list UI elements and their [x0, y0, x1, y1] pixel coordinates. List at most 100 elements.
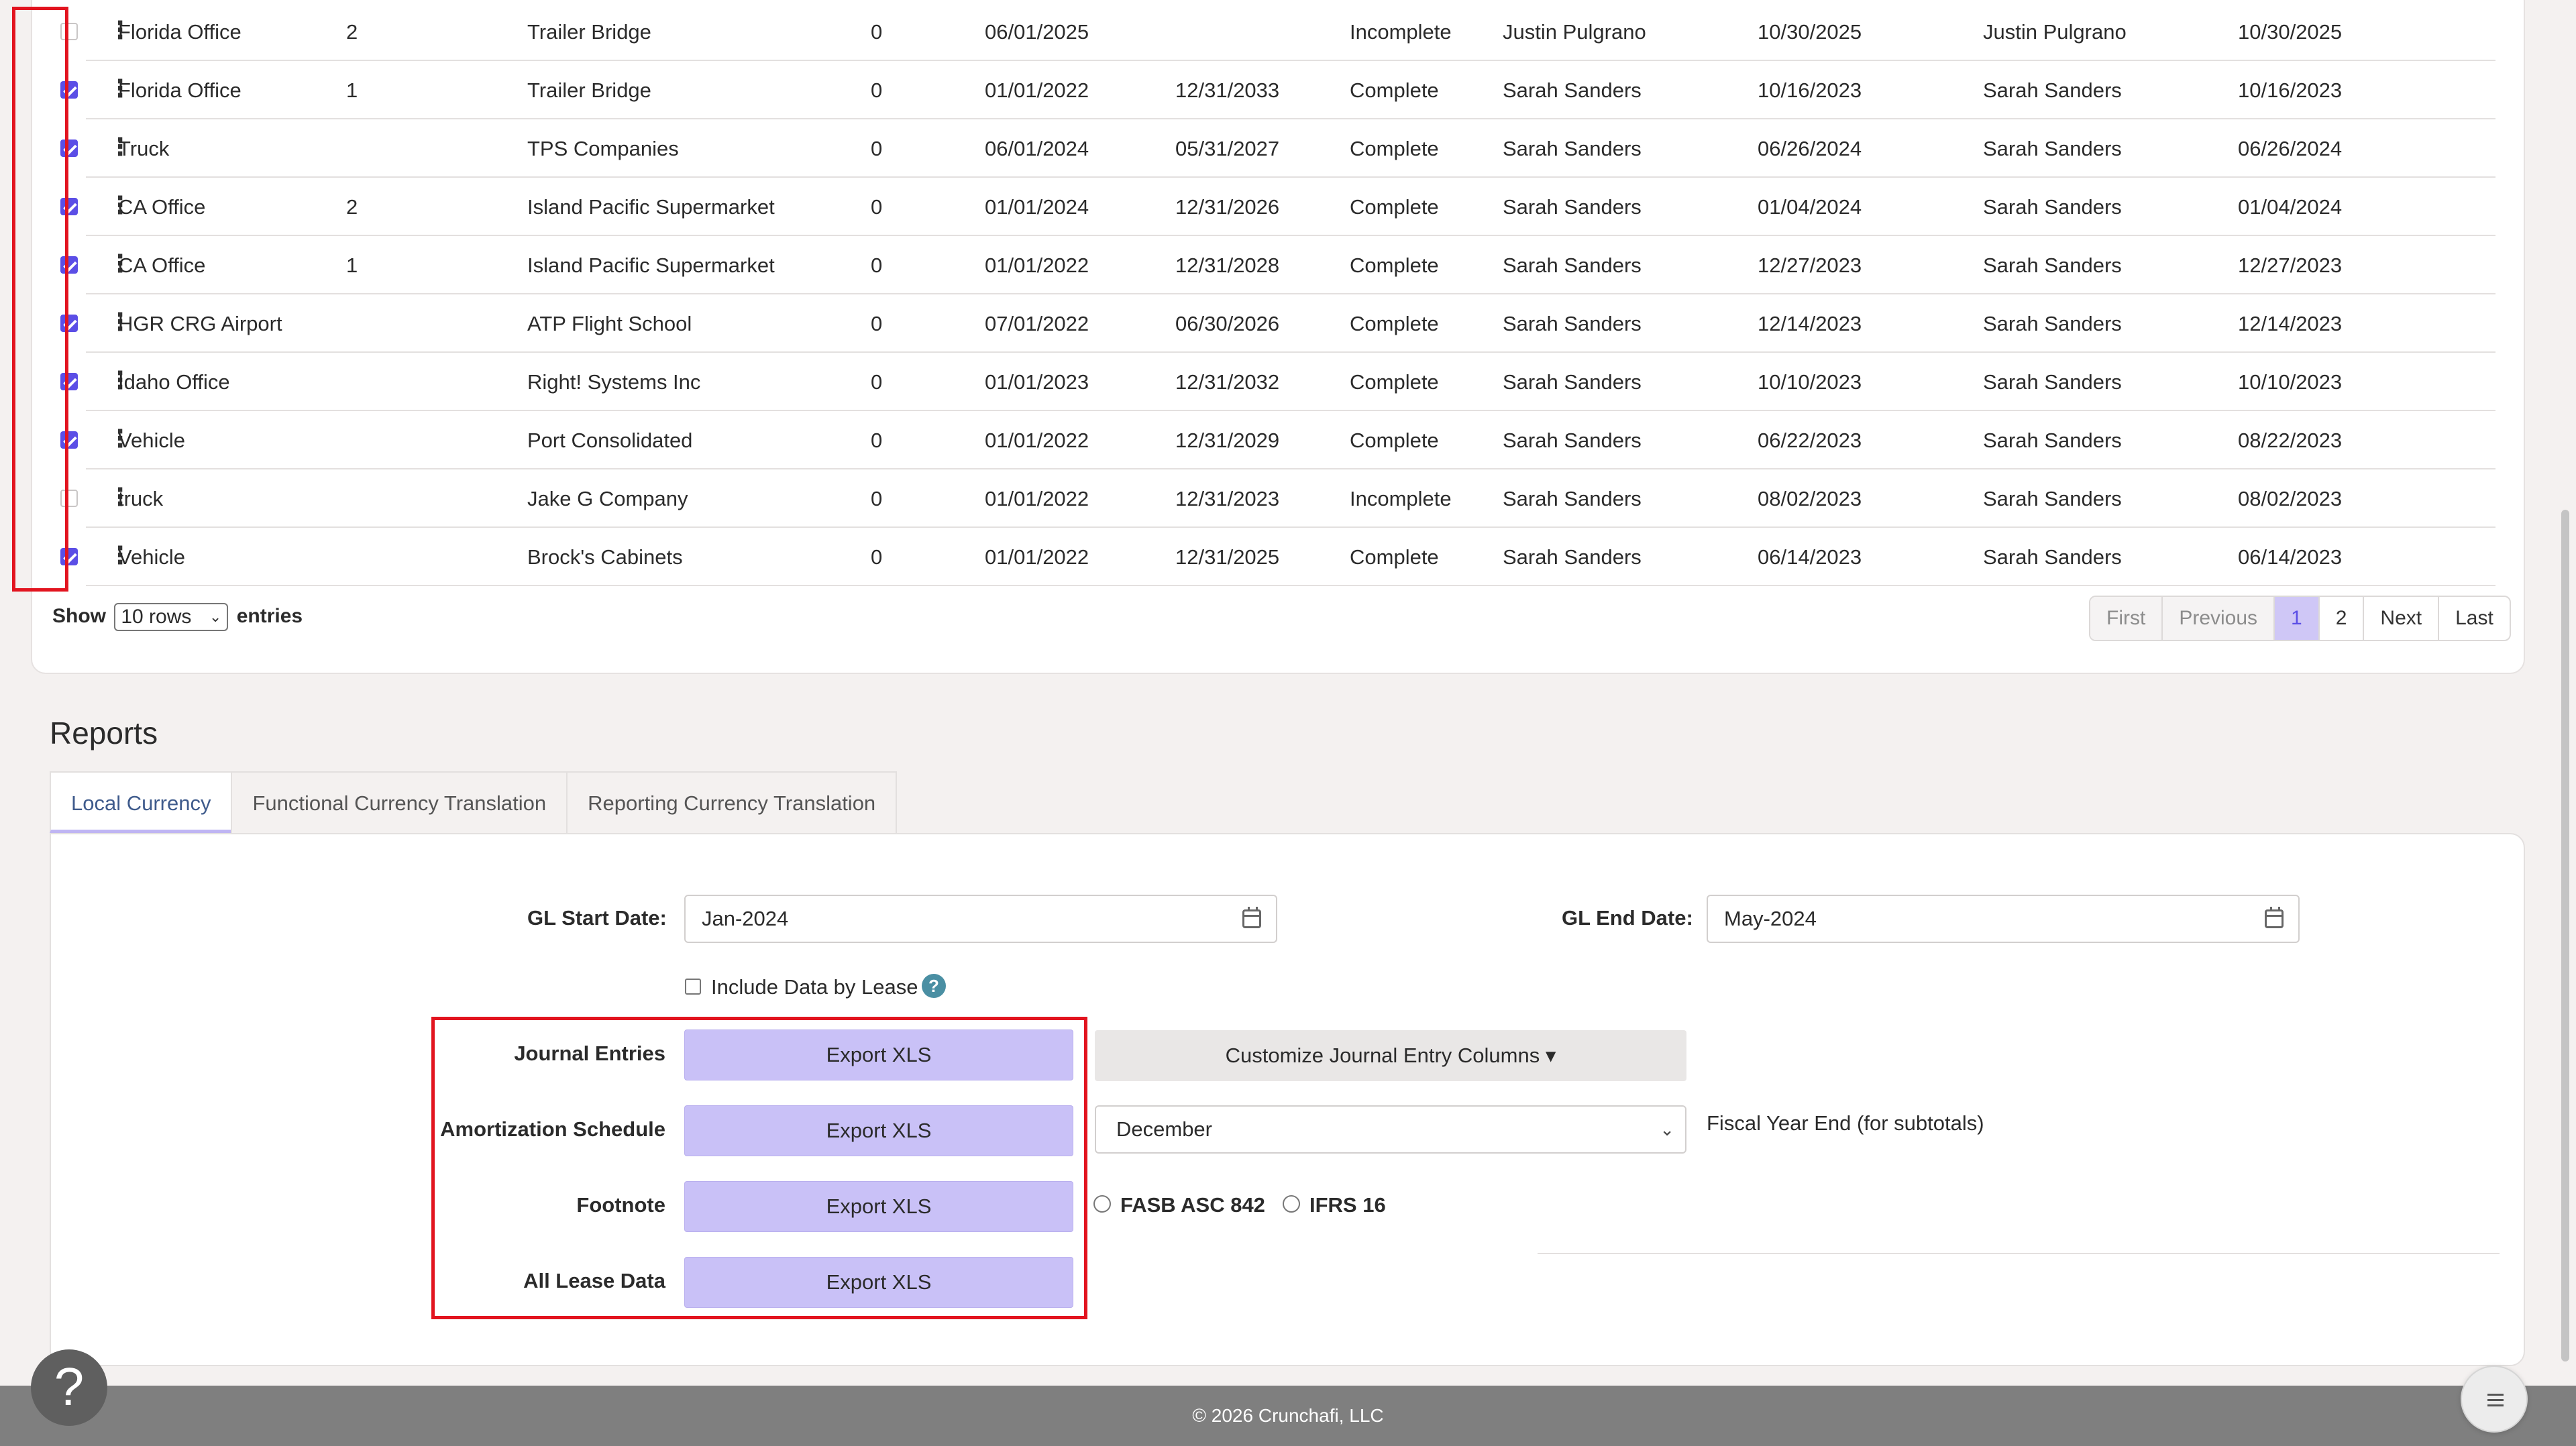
- start-date-cell: 01/01/2022: [985, 545, 1089, 569]
- end-date-cell: 12/31/2032: [1175, 370, 1280, 394]
- modified-by-cell: Sarah Sanders: [1983, 487, 2122, 510]
- page-first-button[interactable]: First: [2090, 597, 2163, 640]
- rows-per-page-select[interactable]: 10 rows ⌄: [114, 603, 229, 631]
- lessor-cell: Right! Systems Inc: [527, 370, 701, 394]
- lessor-cell: TPS Companies: [527, 137, 679, 160]
- created-date-cell: 10/16/2023: [1758, 78, 1862, 102]
- lease-name-cell: HGR CRG Airport: [118, 312, 282, 335]
- count-cell: 0: [871, 370, 883, 394]
- lease-name-cell: CA Office: [118, 254, 206, 277]
- table-row[interactable]: ⋮ CA Office 2 Island Pacific Supermarket 0 01…: [32, 178, 2526, 236]
- fiscal-year-end-select[interactable]: December ⌄: [1095, 1105, 1686, 1154]
- start-date-cell: 01/01/2024: [985, 195, 1089, 219]
- modified-date-cell: 08/22/2023: [2238, 429, 2343, 452]
- count-cell: 0: [871, 487, 883, 510]
- modified-date-cell: 08/02/2023: [2238, 487, 2343, 510]
- tab-local-currency[interactable]: Local Currency: [50, 771, 233, 833]
- count-cell: 0: [871, 195, 883, 219]
- status-cell: Complete: [1350, 195, 1439, 219]
- modified-by-cell: Sarah Sanders: [1983, 370, 2122, 394]
- end-date-cell: 12/31/2033: [1175, 78, 1280, 102]
- help-bubble-icon[interactable]: ?: [31, 1349, 107, 1426]
- include-data-by-lease-checkbox[interactable]: [685, 979, 701, 995]
- hamburger-menu-icon[interactable]: [2461, 1366, 2528, 1433]
- tab-reporting-currency-translation[interactable]: Reporting Currency Translation: [566, 771, 898, 833]
- created-by-cell: Sarah Sanders: [1503, 195, 1642, 219]
- fasb-asc-842-radio[interactable]: [1093, 1195, 1111, 1213]
- page-footer: © 2026 Crunchafi, LLC: [0, 1386, 2576, 1446]
- modified-by-cell: Sarah Sanders: [1983, 195, 2122, 219]
- help-icon[interactable]: ?: [922, 974, 946, 998]
- page-previous-button[interactable]: Previous: [2163, 597, 2275, 640]
- count-cell: 0: [871, 545, 883, 569]
- start-date-cell: 01/01/2022: [985, 254, 1089, 277]
- table-row[interactable]: ⋮ Idaho Office Right! Systems Inc 0 01/01/20…: [32, 353, 2526, 411]
- lease-name-cell: Idaho Office: [118, 370, 230, 394]
- lease-number-cell: 2: [346, 195, 358, 219]
- status-cell: Complete: [1350, 78, 1439, 102]
- created-by-cell: Sarah Sanders: [1503, 254, 1642, 277]
- reports-heading: Reports: [50, 716, 158, 750]
- modified-date-cell: 12/27/2023: [2238, 254, 2343, 277]
- status-cell: Incomplete: [1350, 20, 1452, 44]
- lessor-cell: Trailer Bridge: [527, 78, 651, 102]
- count-cell: 0: [871, 429, 883, 452]
- lease-number-cell: 1: [346, 78, 358, 102]
- lease-name-cell: CA Office: [118, 195, 206, 219]
- table-row[interactable]: ⋮ CA Office 1 Island Pacific Supermarket 0 01…: [32, 236, 2526, 294]
- page-1-button[interactable]: 1: [2275, 597, 2320, 640]
- created-date-cell: 01/04/2024: [1758, 195, 1862, 219]
- chevron-down-icon: ⌄: [209, 608, 222, 625]
- tab-functional-currency-translation[interactable]: Functional Currency Translation: [231, 771, 568, 833]
- customize-label: Customize Journal Entry Columns: [1225, 1044, 1540, 1067]
- created-by-cell: Sarah Sanders: [1503, 487, 1642, 510]
- created-by-cell: Sarah Sanders: [1503, 429, 1642, 452]
- ifrs-16-radio[interactable]: [1283, 1195, 1300, 1213]
- chevron-down-icon: ⌄: [1660, 1119, 1674, 1139]
- page-last-button[interactable]: Last: [2439, 597, 2510, 640]
- lessor-cell: ATP Flight School: [527, 312, 692, 335]
- modified-date-cell: 06/26/2024: [2238, 137, 2343, 160]
- leases-table-card: ⋮ Florida Office 2 Trailer Bridge 0 06/01/202…: [31, 0, 2525, 674]
- created-date-cell: 06/22/2023: [1758, 429, 1862, 452]
- count-cell: 0: [871, 312, 883, 335]
- created-by-cell: Sarah Sanders: [1503, 137, 1642, 160]
- calendar-icon[interactable]: [2265, 907, 2284, 928]
- gl-end-date-input[interactable]: May-2024: [1707, 895, 2300, 943]
- modified-date-cell: 10/10/2023: [2238, 370, 2343, 394]
- ifrs-16-label: IFRS 16: [1309, 1193, 1386, 1217]
- table-row[interactable]: ⋮ Florida Office 2 Trailer Bridge 0 06/01/202…: [32, 3, 2526, 61]
- export-section-highlight: [431, 1017, 1087, 1319]
- start-date-cell: 07/01/2022: [985, 312, 1089, 335]
- modified-date-cell: 01/04/2024: [2238, 195, 2343, 219]
- table-row[interactable]: ⋮ Vehicle Port Consolidated 0 01/01/2022 12/3…: [32, 411, 2526, 469]
- created-by-cell: Sarah Sanders: [1503, 312, 1642, 335]
- table-row[interactable]: ⋮ HGR CRG Airport ATP Flight School 0 07/01/…: [32, 294, 2526, 353]
- created-by-cell: Sarah Sanders: [1503, 370, 1642, 394]
- show-label: Show: [52, 604, 106, 627]
- customize-journal-entry-columns-button[interactable]: Customize Journal Entry Columns ▾: [1095, 1030, 1686, 1081]
- modified-by-cell: Sarah Sanders: [1983, 137, 2122, 160]
- page-next-button[interactable]: Next: [2364, 597, 2440, 640]
- count-cell: 0: [871, 254, 883, 277]
- page-2-button[interactable]: 2: [2320, 597, 2365, 640]
- modified-by-cell: Sarah Sanders: [1983, 254, 2122, 277]
- created-by-cell: Sarah Sanders: [1503, 545, 1642, 569]
- calendar-icon[interactable]: [1242, 907, 1261, 928]
- table-row[interactable]: ⋮ Truck TPS Companies 0 06/01/2024 05/31/2027…: [32, 119, 2526, 178]
- gl-start-date-input[interactable]: Jan-2024: [684, 895, 1277, 943]
- fiscal-year-end-value: December: [1116, 1117, 1212, 1141]
- end-date-cell: 12/31/2026: [1175, 195, 1280, 219]
- table-row[interactable]: ⋮ truck Jake G Company 0 01/01/2022 12/31/202…: [32, 469, 2526, 528]
- divider: [1538, 1253, 2500, 1254]
- table-row[interactable]: ⋮ Vehicle Brock's Cabinets 0 01/01/2022 12/31…: [32, 528, 2526, 586]
- start-date-cell: 06/01/2025: [985, 20, 1089, 44]
- lease-name-cell: Vehicle: [118, 545, 185, 569]
- pagination: First Previous 1 2 Next Last: [2089, 596, 2511, 641]
- lease-name-cell: Truck: [118, 137, 170, 160]
- page-scrollbar[interactable]: [2561, 510, 2569, 1361]
- modified-date-cell: 12/14/2023: [2238, 312, 2343, 335]
- table-row[interactable]: ⋮ Florida Office 1 Trailer Bridge 0 01/01/202…: [32, 61, 2526, 119]
- lease-number-cell: 2: [346, 20, 358, 44]
- modified-by-cell: Sarah Sanders: [1983, 78, 2122, 102]
